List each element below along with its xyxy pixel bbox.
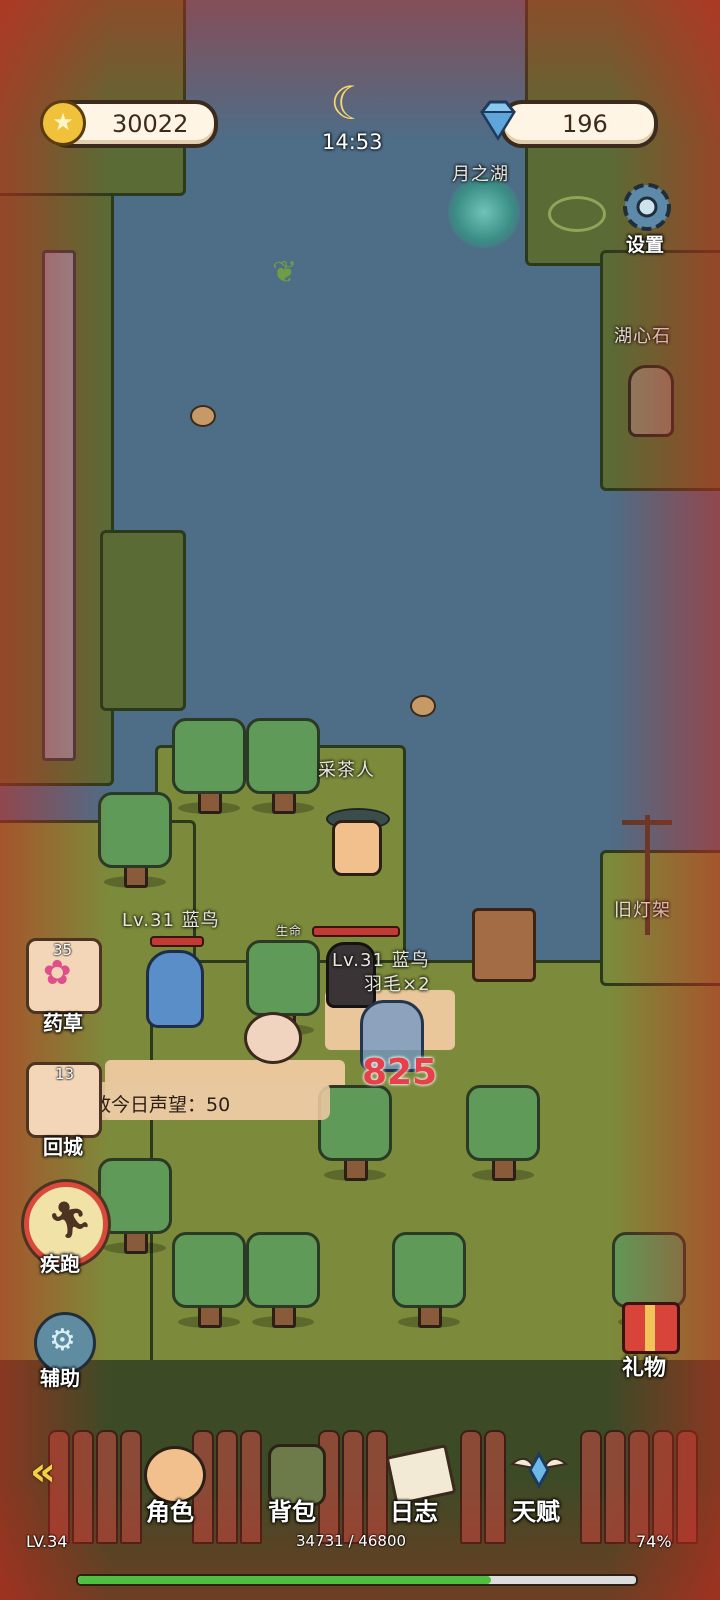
enemy-hp-bar xyxy=(150,936,204,947)
settings-label: 设置 xyxy=(626,234,665,256)
gem-counter: 196 xyxy=(500,100,658,148)
player-level: LV.34 xyxy=(26,1532,68,1551)
gold-amount: 30022 xyxy=(112,110,189,138)
gift-label: 礼物 xyxy=(622,1356,667,1381)
tree xyxy=(392,1232,466,1328)
lake-stone-statue[interactable] xyxy=(628,365,674,437)
gift-box-icon xyxy=(622,1302,680,1354)
blue-bird-enemy[interactable] xyxy=(146,950,204,1028)
gold-coin-icon: ★ xyxy=(40,100,86,146)
tree xyxy=(98,1158,172,1254)
nav-journal-label: 日志 xyxy=(390,1498,438,1526)
player-hp-bar xyxy=(312,926,400,937)
tree xyxy=(246,1232,320,1328)
tree xyxy=(172,1232,246,1328)
nav-character[interactable]: 角色 xyxy=(130,1440,220,1530)
nav-talent-label: 天赋 xyxy=(512,1498,560,1526)
reed-plant: ❦ xyxy=(272,255,298,290)
water-rock xyxy=(410,695,436,717)
moon-lake-portal[interactable] xyxy=(448,176,520,248)
xp-bar-fill xyxy=(78,1576,491,1584)
nav-character-label: 角色 xyxy=(146,1498,194,1526)
return-town-button[interactable]: 13 回城 xyxy=(26,1062,102,1159)
tea-picker-label: 采茶人 xyxy=(318,760,375,781)
compass-icon: ⚙ xyxy=(49,1323,76,1358)
tree xyxy=(172,718,246,814)
nav-backpack-label: 背包 xyxy=(268,1498,316,1526)
return-town-count: 13 xyxy=(55,1065,75,1083)
pet-companion xyxy=(244,1012,302,1064)
old-lamp-label: 旧灯架 xyxy=(614,900,671,921)
xp-percent: 74% xyxy=(636,1532,672,1551)
sprint-label: 疾跑 xyxy=(40,1252,80,1276)
wooden-crate[interactable] xyxy=(472,908,536,982)
diamond-icon xyxy=(474,96,522,144)
game-clock: 14:53 xyxy=(322,130,383,154)
target-name-label: Lv.31 蓝鸟 xyxy=(332,950,430,971)
wooden-fence xyxy=(0,1420,720,1600)
gift-button[interactable]: 礼物 xyxy=(614,1296,684,1381)
tree xyxy=(466,1085,540,1181)
teleport-circle[interactable] xyxy=(548,196,606,232)
collapse-nav-button[interactable]: « xyxy=(30,1452,56,1492)
lake-stone-label: 湖心石 xyxy=(614,326,671,347)
running-man-icon: 🏃︎ xyxy=(47,1200,93,1241)
winged-gem-icon xyxy=(508,1446,570,1496)
gear-icon xyxy=(616,176,678,238)
enemy-name-label: Lv.31 蓝鸟 xyxy=(122,910,220,931)
tree xyxy=(98,792,172,888)
herb-button[interactable]: 35 ✿ 药草 xyxy=(26,938,102,1035)
water-rock xyxy=(190,405,216,427)
old-lamp-arm xyxy=(622,820,672,825)
moon-icon: ☾ xyxy=(330,76,372,130)
hp-label: 生命 xyxy=(276,924,303,938)
herb-label: 药草 xyxy=(43,1011,83,1035)
nav-backpack[interactable]: 背包 xyxy=(252,1440,342,1530)
xp-bar xyxy=(76,1574,638,1586)
moon-lake-label: 月之湖 xyxy=(452,164,509,185)
stone-wall xyxy=(42,250,76,761)
settings-button[interactable]: 设置 xyxy=(614,176,680,256)
flower-icon: ✿ xyxy=(43,953,72,993)
northwest-grass xyxy=(0,0,186,196)
xp-values: 34731 / 46800 xyxy=(296,1532,407,1550)
loot-text: 羽毛×2 xyxy=(364,974,431,995)
tree xyxy=(246,718,320,814)
tea-picker-npc[interactable] xyxy=(332,820,382,876)
gem-amount: 196 xyxy=(562,110,608,138)
west-grass-ledge xyxy=(100,530,186,711)
nav-journal[interactable]: 日志 xyxy=(376,1440,466,1530)
return-town-label: 回城 xyxy=(43,1135,83,1159)
damage-number: 825 xyxy=(362,1052,438,1093)
assist-label: 辅助 xyxy=(40,1366,80,1390)
nav-talent[interactable]: 天赋 xyxy=(498,1440,588,1530)
